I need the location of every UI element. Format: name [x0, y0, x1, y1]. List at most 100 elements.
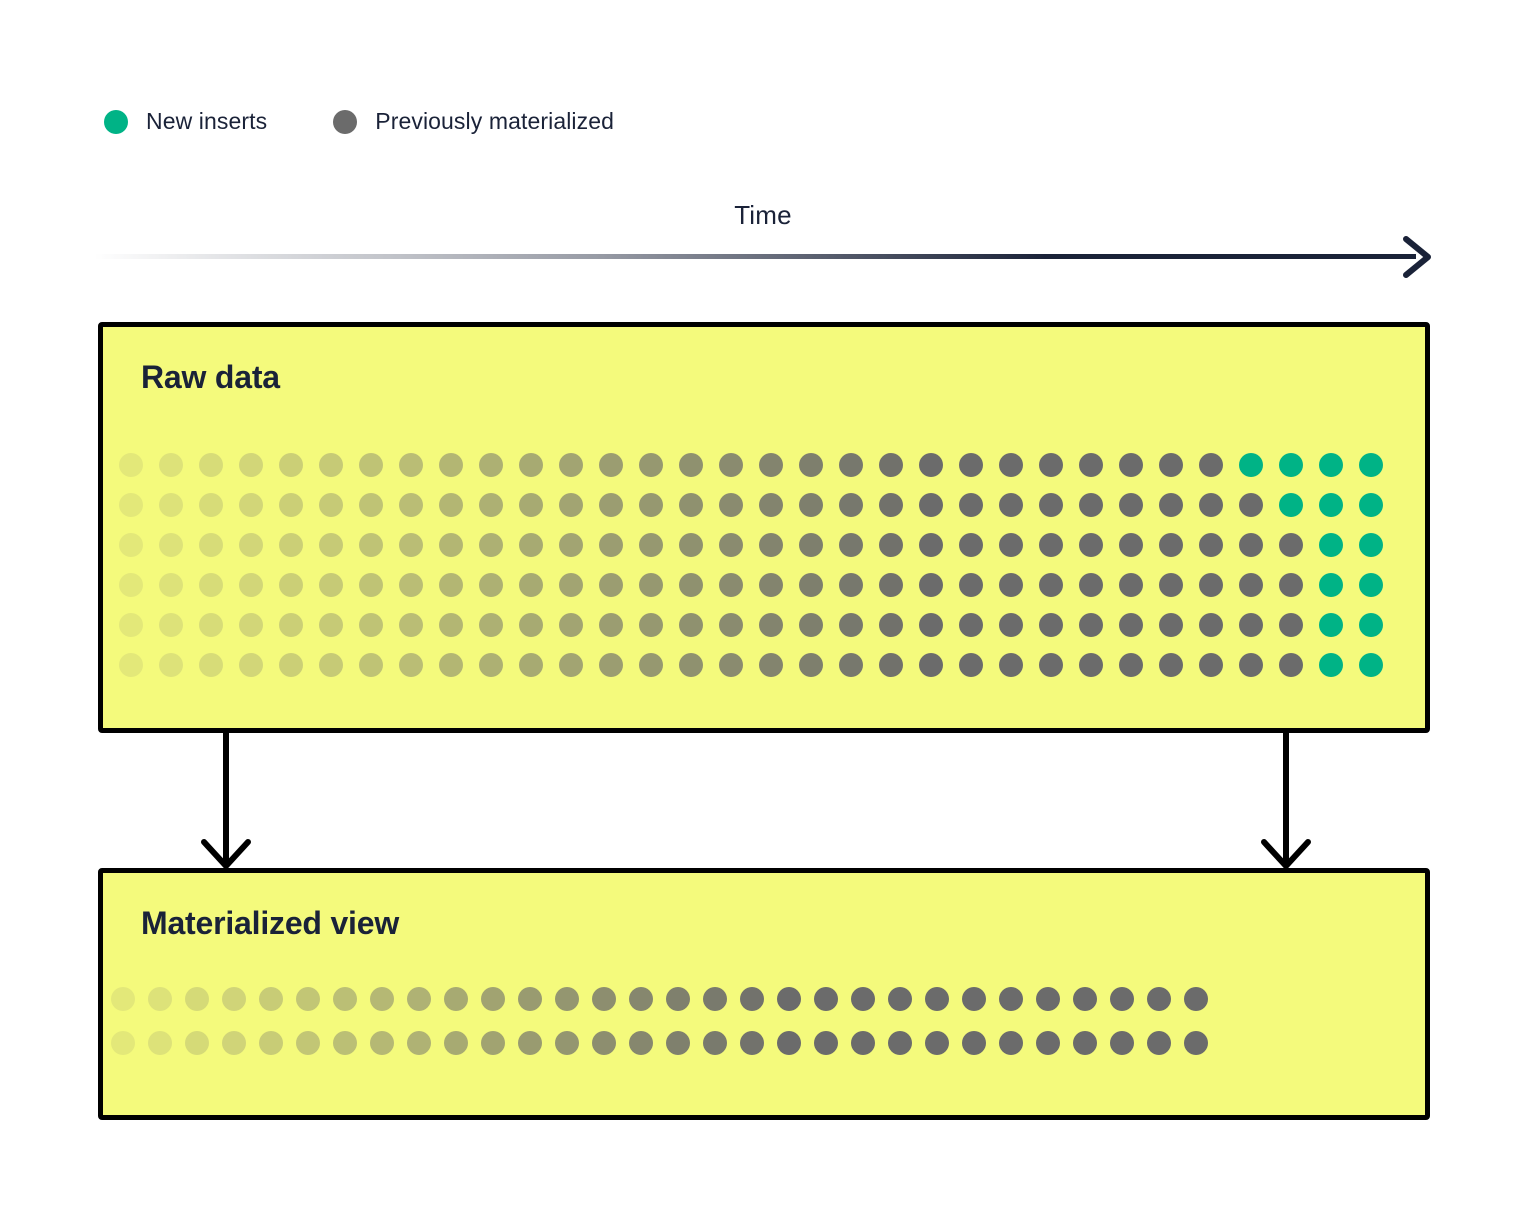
legend-label-previously-materialized: Previously materialized — [375, 108, 615, 134]
materialized-dot — [1199, 453, 1223, 477]
materialized-dot — [599, 653, 623, 677]
materialized-dot — [1159, 453, 1183, 477]
materialized-dot — [1279, 533, 1303, 557]
raw-data-panel: Raw data — [98, 322, 1430, 733]
materialized-dot — [439, 493, 463, 517]
materialized-dot — [399, 533, 423, 557]
materialized-dot — [319, 533, 343, 557]
materialized-dot — [639, 613, 663, 637]
materialized-dot — [919, 493, 943, 517]
materialized-dot — [559, 453, 583, 477]
materialized-dot — [481, 987, 505, 1011]
materialized-dot — [777, 987, 801, 1011]
materialized-dot — [159, 533, 183, 557]
materialized-dot — [999, 1031, 1023, 1055]
materialized-dot — [399, 653, 423, 677]
materialized-dot — [1184, 987, 1208, 1011]
materialized-dot — [148, 987, 172, 1011]
materialized-dot — [1279, 613, 1303, 637]
materialized-dot — [119, 533, 143, 557]
materialized-dot — [359, 653, 383, 677]
materialized-dot — [962, 987, 986, 1011]
materialized-dot — [919, 453, 943, 477]
materialized-dot — [519, 573, 543, 597]
materialized-dot — [1239, 493, 1263, 517]
materialized-dot — [359, 613, 383, 637]
materialized-dot — [319, 573, 343, 597]
materialized-dot — [479, 493, 503, 517]
materialized-dot — [1079, 613, 1103, 637]
materialized-dot — [439, 653, 463, 677]
materialized-dot — [559, 573, 583, 597]
materialized-dot — [799, 533, 823, 557]
materialized-dot — [1119, 453, 1143, 477]
materialized-dot — [359, 493, 383, 517]
materialized-dot — [599, 613, 623, 637]
materialized-dot — [1119, 613, 1143, 637]
materialized-dot — [185, 1031, 209, 1055]
materialized-dot — [639, 493, 663, 517]
new-insert-dot — [1319, 653, 1343, 677]
materialized-dot — [839, 613, 863, 637]
materialized-dot — [679, 573, 703, 597]
materialized-dot — [839, 453, 863, 477]
materialized-dot — [639, 653, 663, 677]
materialized-dot — [479, 653, 503, 677]
materialized-dot — [759, 453, 783, 477]
materialized-dot — [679, 533, 703, 557]
materialized-dot — [919, 573, 943, 597]
materialized-dot — [359, 533, 383, 557]
materialized-dot — [599, 453, 623, 477]
new-insert-dot — [1359, 453, 1383, 477]
materialized-dot — [479, 613, 503, 637]
materialized-dot — [222, 987, 246, 1011]
materialized-dot — [399, 453, 423, 477]
materialized-dot — [279, 613, 303, 637]
materialized-dot — [879, 493, 903, 517]
materialized-dot — [799, 453, 823, 477]
materialized-dot — [719, 533, 743, 557]
materialized-dot — [359, 573, 383, 597]
materialized-dot — [639, 453, 663, 477]
materialized-dot — [279, 493, 303, 517]
legend-item-previously-materialized: Previously materialized — [333, 108, 614, 135]
materialized-dot — [481, 1031, 505, 1055]
materialized-dot — [1199, 493, 1223, 517]
materialized-dot — [719, 453, 743, 477]
materialized-dot — [519, 653, 543, 677]
materialized-dot — [1110, 987, 1134, 1011]
materialized-dot — [799, 613, 823, 637]
materialized-dot — [1110, 1031, 1134, 1055]
materialized-dot — [1039, 573, 1063, 597]
materialized-dot — [1039, 493, 1063, 517]
time-axis-label: Time — [734, 200, 792, 230]
materialized-dot — [814, 987, 838, 1011]
materialized-dot — [959, 653, 983, 677]
materialized-dot — [777, 1031, 801, 1055]
materialized-dot — [1036, 1031, 1060, 1055]
materialized-dot — [879, 573, 903, 597]
materialized-dot — [111, 1031, 135, 1055]
materialized-dot — [925, 987, 949, 1011]
materialized-dot — [1119, 533, 1143, 557]
materialized-dot — [444, 1031, 468, 1055]
materialized-dot — [1039, 453, 1063, 477]
materialized-dot — [199, 653, 223, 677]
materialized-dot — [999, 573, 1023, 597]
materialized-dot — [799, 653, 823, 677]
materialized-dot — [888, 987, 912, 1011]
new-insert-dot — [1359, 613, 1383, 637]
materialized-dot — [239, 653, 263, 677]
materialized-dot — [999, 493, 1023, 517]
materialized-dot — [1079, 453, 1103, 477]
materialized-dot — [879, 453, 903, 477]
materialized-dot — [319, 653, 343, 677]
legend-item-new-inserts: New inserts — [104, 108, 267, 135]
materialized-dot — [407, 987, 431, 1011]
materialized-dot — [1239, 653, 1263, 677]
new-insert-dot — [1319, 533, 1343, 557]
materialized-dot — [1079, 533, 1103, 557]
materialized-dot — [559, 533, 583, 557]
materialized-dot — [1279, 573, 1303, 597]
arrow-down-icon — [1261, 839, 1311, 869]
